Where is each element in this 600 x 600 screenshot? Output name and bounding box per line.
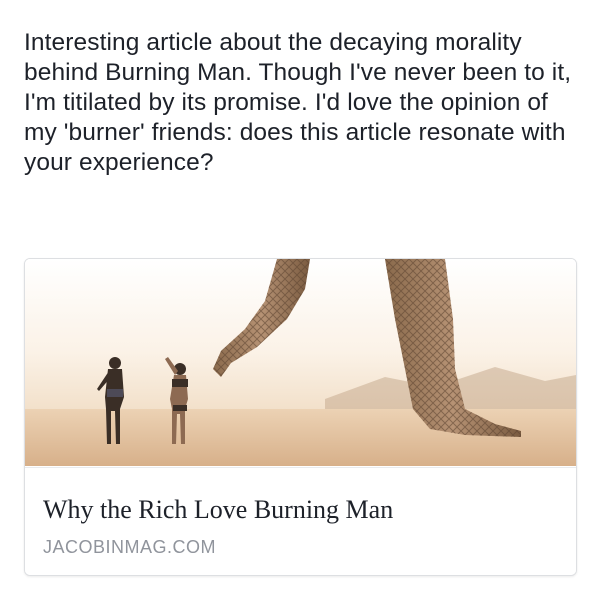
- link-preview-card[interactable]: Why the Rich Love Burning Man JACOBINMAG…: [24, 258, 577, 576]
- link-title[interactable]: Why the Rich Love Burning Man: [43, 494, 393, 526]
- link-domain: JACOBINMAG.COM: [43, 537, 217, 557]
- burning-man-sculpture-image: [25, 259, 576, 466]
- post-text: Interesting article about the decaying m…: [24, 29, 572, 176]
- link-preview-footer[interactable]: Why the Rich Love Burning Man JACOBINMAG…: [25, 467, 576, 575]
- link-preview-image[interactable]: [25, 259, 576, 466]
